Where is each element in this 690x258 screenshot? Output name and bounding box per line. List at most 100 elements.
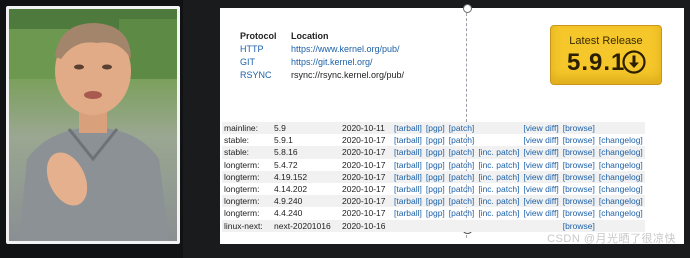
release-date: 2020-10-17 xyxy=(340,170,392,183)
protocol-rsync: RSYNC xyxy=(240,70,272,80)
patch-link[interactable]: [patch] xyxy=(447,134,477,146)
view-diff-link[interactable]: [view diff] xyxy=(521,146,561,159)
view-diff-link[interactable]: [view diff] xyxy=(521,122,561,135)
release-version: 5.8.16 xyxy=(272,146,340,159)
patch-link xyxy=(446,219,477,232)
inc-patch-link[interactable]: [inc. patch] xyxy=(476,207,521,219)
pgp-link[interactable]: [pgp] xyxy=(424,134,447,146)
tarball-link[interactable]: [tarball] xyxy=(392,134,424,146)
release-version: next-20201016 xyxy=(272,219,340,232)
portrait-photo xyxy=(9,9,177,241)
tarball-link xyxy=(392,219,424,232)
changelog-link[interactable]: [changelog] xyxy=(597,183,645,195)
tarball-link[interactable]: [tarball] xyxy=(392,146,424,159)
release-version: 4.4.240 xyxy=(274,208,303,219)
tarball-link[interactable]: [tarball] xyxy=(392,195,424,208)
patch-link[interactable]: [patch] xyxy=(446,122,477,135)
pgp-link[interactable]: [pgp] xyxy=(424,207,447,219)
release-row: stable: 5.9.1 2020-10-17 [tarball] [pgp] [pat… xyxy=(222,134,645,146)
release-row: longterm: 4.19.152 2020-10-17 [tarball] [pgp… xyxy=(222,170,645,183)
browse-link[interactable]: [browse] xyxy=(560,170,597,183)
tarball-link[interactable]: [tarball] xyxy=(392,183,424,195)
release-version: 5.9.1 xyxy=(274,135,293,146)
release-kind: linux-next: xyxy=(222,219,272,232)
latest-release-label: Latest Release xyxy=(569,35,643,47)
release-row: longterm: 4.14.202 2020-10-17 [tarball] [pgp… xyxy=(222,183,645,195)
release-date: 2020-10-17 xyxy=(342,208,386,219)
watermark: CSDN @月光晒了很凉快 xyxy=(547,233,676,245)
location-http-link[interactable]: https://www.kernel.org/pub/ xyxy=(291,44,400,54)
browse-link[interactable]: [browse] xyxy=(561,134,597,146)
release-version: 5.4.72 xyxy=(274,159,298,170)
inc-patch-link[interactable]: [inc. patch] xyxy=(476,146,522,159)
inc-patch-link[interactable]: [inc. patch] xyxy=(476,159,521,171)
pgp-link[interactable]: [pgp] xyxy=(423,122,447,135)
changelog-link[interactable]: [changelog] xyxy=(596,146,645,159)
guide-handle-top[interactable] xyxy=(463,4,472,13)
release-row: longterm: 4.4.240 2020-10-17 [tarball] [pgp]… xyxy=(222,207,645,219)
browse-link[interactable]: [browse] xyxy=(560,122,597,135)
browse-link[interactable]: [browse] xyxy=(560,195,597,208)
download-arrow-icon xyxy=(622,50,646,74)
inc-patch-link[interactable]: [inc. patch] xyxy=(476,183,521,195)
pgp-link[interactable]: [pgp] xyxy=(424,183,447,195)
release-kind: longterm: xyxy=(222,170,272,183)
release-version: 4.19.152 xyxy=(272,170,340,183)
patch-link[interactable]: [patch] xyxy=(446,195,477,208)
release-version: 4.14.202 xyxy=(274,184,308,195)
patch-link[interactable]: [patch] xyxy=(446,146,477,159)
tarball-link[interactable]: [tarball] xyxy=(392,122,424,135)
release-date: 2020-10-17 xyxy=(342,135,386,146)
releases-table: mainline: 5.9 2020-10-11 [tarball] [pgp] [pat… xyxy=(222,122,645,232)
release-date: 2020-10-11 xyxy=(340,122,392,135)
release-date: 2020-10-17 xyxy=(340,146,392,159)
patch-link[interactable]: [patch] xyxy=(447,207,477,219)
pgp-link[interactable]: [pgp] xyxy=(423,195,447,208)
release-kind: longterm: xyxy=(224,208,260,219)
view-diff-link[interactable]: [view diff] xyxy=(521,195,561,208)
changelog-link[interactable]: [changelog] xyxy=(597,207,645,219)
inc-patch-link xyxy=(476,122,522,135)
browse-link[interactable]: [browse] xyxy=(561,159,597,171)
release-row: mainline: 5.9 2020-10-11 [tarball] [pgp] [pat… xyxy=(222,122,645,135)
patch-link[interactable]: [patch] xyxy=(447,159,477,171)
tarball-link[interactable]: [tarball] xyxy=(392,170,424,183)
release-date: 2020-10-17 xyxy=(342,159,386,170)
inc-patch-link xyxy=(476,219,522,232)
protocol-http: HTTP xyxy=(240,44,264,54)
changelog-link[interactable]: [changelog] xyxy=(597,159,645,171)
release-row: longterm: 4.9.240 2020-10-17 [tarball] [pgp]… xyxy=(222,195,645,208)
inc-patch-link[interactable]: [inc. patch] xyxy=(476,195,522,208)
patch-link[interactable]: [patch] xyxy=(446,170,477,183)
tarball-link[interactable]: [tarball] xyxy=(392,207,424,219)
inc-patch-link[interactable]: [inc. patch] xyxy=(476,170,522,183)
view-diff-link[interactable]: [view diff] xyxy=(521,170,561,183)
view-diff-link[interactable]: [view diff] xyxy=(521,159,560,171)
release-kind: longterm: xyxy=(224,159,260,170)
latest-release-button[interactable]: Latest Release 5.9.1 xyxy=(550,25,662,85)
release-kind: longterm: xyxy=(224,184,260,195)
view-diff-link[interactable]: [view diff] xyxy=(521,183,560,195)
pgp-link[interactable]: [pgp] xyxy=(423,170,447,183)
location-header: Location xyxy=(291,31,329,41)
patch-link[interactable]: [patch] xyxy=(447,183,477,195)
release-row: longterm: 5.4.72 2020-10-17 [tarball] [pgp][… xyxy=(222,159,645,171)
view-diff-link[interactable]: [view diff] xyxy=(521,207,560,219)
release-version: 4.9.240 xyxy=(272,195,340,208)
portrait-illustration xyxy=(9,9,177,241)
release-kind: mainline: xyxy=(222,122,272,135)
protocol-header: Protocol xyxy=(240,31,277,41)
browse-link[interactable]: [browse] xyxy=(561,183,597,195)
browse-link[interactable]: [browse] xyxy=(561,207,597,219)
changelog-link[interactable]: [changelog] xyxy=(596,170,645,183)
pgp-link[interactable]: [pgp] xyxy=(423,146,447,159)
release-date: 2020-10-17 xyxy=(342,184,386,195)
view-diff-link[interactable]: [view diff] xyxy=(521,134,560,146)
browse-link[interactable]: [browse] xyxy=(560,146,597,159)
tarball-link[interactable]: [tarball] xyxy=(392,159,424,171)
photo-frame xyxy=(0,0,183,258)
changelog-link[interactable]: [changelog] xyxy=(597,134,645,146)
location-git-link[interactable]: https://git.kernel.org/ xyxy=(291,57,373,67)
changelog-link[interactable]: [changelog] xyxy=(596,195,645,208)
pgp-link[interactable]: [pgp] xyxy=(424,159,447,171)
